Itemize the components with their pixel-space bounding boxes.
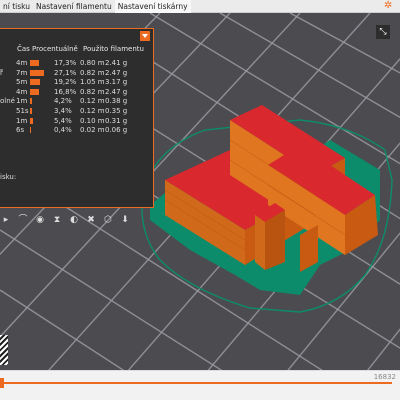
pause-icon[interactable]: ✖ [85,214,97,226]
tab-bar: ní tisku Nastavení filamentu Nastavení t… [0,0,400,13]
header-percent: Procentuálně [32,45,78,53]
tab-printer-settings[interactable]: Nastavení tiskárny [114,0,191,13]
bridge-icon[interactable]: ⌒ [17,214,29,226]
tab-print-settings[interactable]: ní tisku [0,0,33,13]
legend-row: 5m 19,2% 1.05 m 3.17 g [0,78,150,87]
row-length: 0.10 m [80,116,105,125]
row-time: 51s [16,107,29,115]
row-weight: 0.38 g [105,97,128,106]
row-time: 5m [16,78,28,87]
legend-row: 1m 5,4% 0.10 m 0.31 g [0,117,150,126]
row-percent: 16,8% [54,87,77,96]
row-length: 0.02 m [80,126,105,135]
legend-panel: Čas Procentuálně Použito filamentu 4m 17,… [0,28,154,225]
row-length: 1.05 m [80,78,105,87]
row-length: 0.12 m [80,107,105,115]
row-percent-bar [30,88,39,95]
collapse-sidebar-icon[interactable]: ⤡ [376,25,390,39]
row-percent-bar [30,117,33,124]
legend-row: 6s 0,4% 0.02 m 0.06 g [0,126,150,135]
row-percent: 27,1% [54,68,77,77]
row-percent-bar [30,69,45,76]
row-percent: 0,4% [54,126,72,135]
settings-gear-icon[interactable]: ✲ [384,1,394,11]
row-weight: 2.41 g [105,59,128,67]
legend-row: olné 1m 4,2% 0.12 m 0.38 g [0,97,150,106]
legend-collapse-arrow-icon[interactable] [140,31,150,41]
row-percent: 17,3% [54,59,77,67]
row-weight: 2.47 g [105,68,128,77]
row-percent-bar [30,98,33,105]
seam-icon[interactable]: ◐ [68,214,80,226]
row-weight: 3.17 g [105,78,128,87]
export-icon[interactable]: ⬇ [119,214,131,226]
horizontal-slider[interactable] [4,382,392,384]
toolbar-partial-icon[interactable]: ▸ [0,214,12,226]
legend-row: 4m 16,8% 0.82 m 2.47 g [0,88,150,97]
row-length: 0.12 m [80,97,105,106]
row-time: 6s [16,126,25,135]
row-percent: 5,4% [54,116,72,125]
row-label: r [0,68,3,77]
layer-slider-handle[interactable] [0,335,8,365]
row-weight: 0.06 g [105,126,128,135]
row-length: 0.80 m [80,59,105,67]
cube-icon[interactable]: ⬡ [102,214,114,226]
legend-row: r 7m 27,1% 0.82 m 2.47 g [0,69,150,78]
row-time: 7m [16,68,28,77]
row-time: 4m [16,87,28,96]
legend-footer-label: isku: [0,173,17,181]
slider-thumb[interactable] [0,378,4,388]
row-percent: 19,2% [54,78,77,87]
row-percent-bar [30,60,39,66]
row-time: 1m [16,97,28,106]
row-percent-bar [30,79,40,86]
tab-filament-settings[interactable]: Nastavení filamentu [33,0,115,13]
row-weight: 2.47 g [105,87,128,96]
row-percent: 3,4% [54,107,72,115]
row-time: 1m [16,116,28,125]
row-label: olné [0,97,15,106]
legend-row: 4m 17,3% 0.80 m 2.41 g [0,59,150,68]
row-length: 0.82 m [80,68,105,77]
view-toolbar: ▸ ⌒ ◉ ⧗ ◐ ✖ ⬡ ⬇ [0,211,150,229]
header-time: Čas [17,45,30,53]
row-length: 0.82 m [80,87,105,96]
row-weight: 0.31 g [105,116,128,125]
row-percent: 4,2% [54,97,72,106]
row-time: 4m [16,59,28,67]
hourglass-icon[interactable]: ⧗ [51,214,63,226]
slider-value: 16832 [373,373,396,381]
row-weight: 0.35 g [105,107,128,115]
horizontal-slider-bar: 16832 [0,370,400,400]
header-filament: Použito filamentu [83,45,144,53]
color-change-icon[interactable]: ◉ [34,214,46,226]
row-percent-bar [30,127,31,134]
legend-row: 51s 3,4% 0.12 m 0.35 g [0,107,150,116]
row-percent-bar [30,108,32,114]
